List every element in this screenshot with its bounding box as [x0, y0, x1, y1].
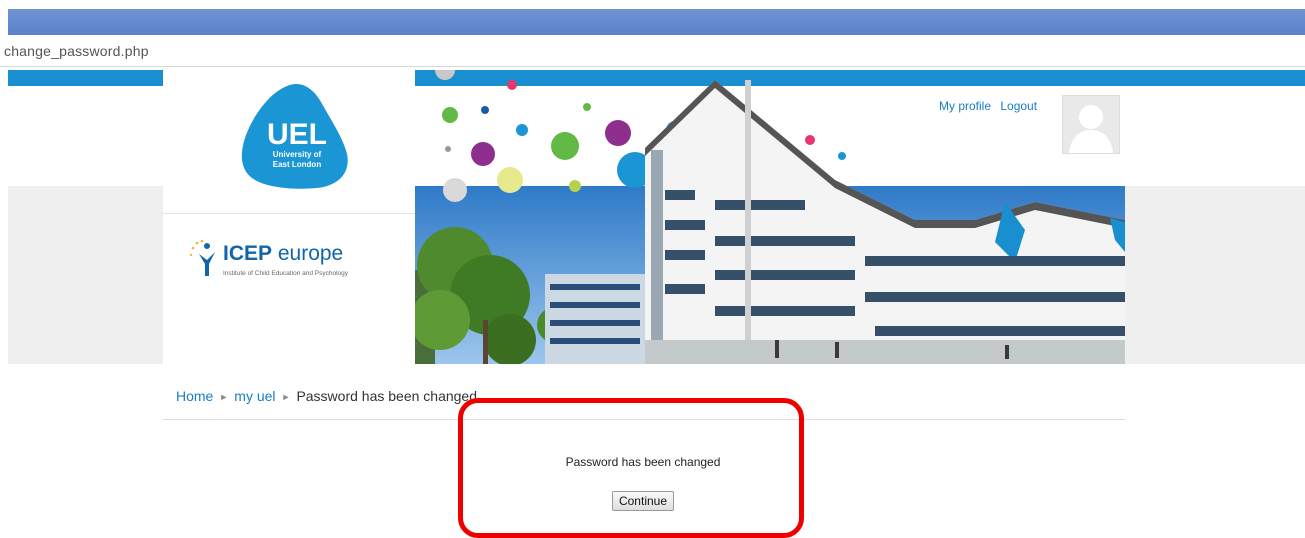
svg-text:UEL: UEL	[267, 118, 327, 151]
user-nav: My profile Logout	[939, 99, 1043, 113]
breadcrumb: Home ► my uel ► Password has been changed	[176, 388, 477, 404]
breadcrumb-separator-icon: ►	[219, 392, 229, 402]
icep-figure-icon	[189, 239, 215, 276]
address-url[interactable]: change_password.php	[4, 43, 149, 59]
icep-tagline: Institute of Child Education and Psychol…	[223, 270, 349, 277]
browser-title-bar	[8, 9, 1305, 35]
breadcrumb-current: Password has been changed	[296, 388, 478, 404]
uel-logo[interactable]: UEL University of East London	[239, 82, 351, 190]
logout-link[interactable]: Logout	[1000, 99, 1037, 113]
campus-banner-image	[415, 70, 1125, 364]
user-avatar[interactable]	[1062, 95, 1120, 154]
icep-name: ICEP europe	[223, 242, 344, 265]
user-silhouette-icon	[1063, 96, 1119, 153]
site-header: UEL University of East London ICEP europ…	[163, 70, 1125, 364]
icep-europe-logo[interactable]: ICEP europe Institute of Child Education…	[187, 236, 407, 286]
svg-text:East London: East London	[273, 160, 322, 169]
address-bar[interactable]: change_password.php	[0, 38, 1305, 67]
my-profile-link[interactable]: My profile	[939, 99, 991, 113]
logo-panel: UEL University of East London ICEP europ…	[163, 70, 415, 364]
svg-text:University of: University of	[273, 150, 322, 159]
logo-divider	[163, 213, 415, 214]
highlight-annotation-box	[458, 398, 804, 538]
breadcrumb-separator-icon: ►	[281, 392, 291, 402]
breadcrumb-my-uel[interactable]: my uel	[234, 388, 275, 404]
breadcrumb-home[interactable]: Home	[176, 388, 213, 404]
